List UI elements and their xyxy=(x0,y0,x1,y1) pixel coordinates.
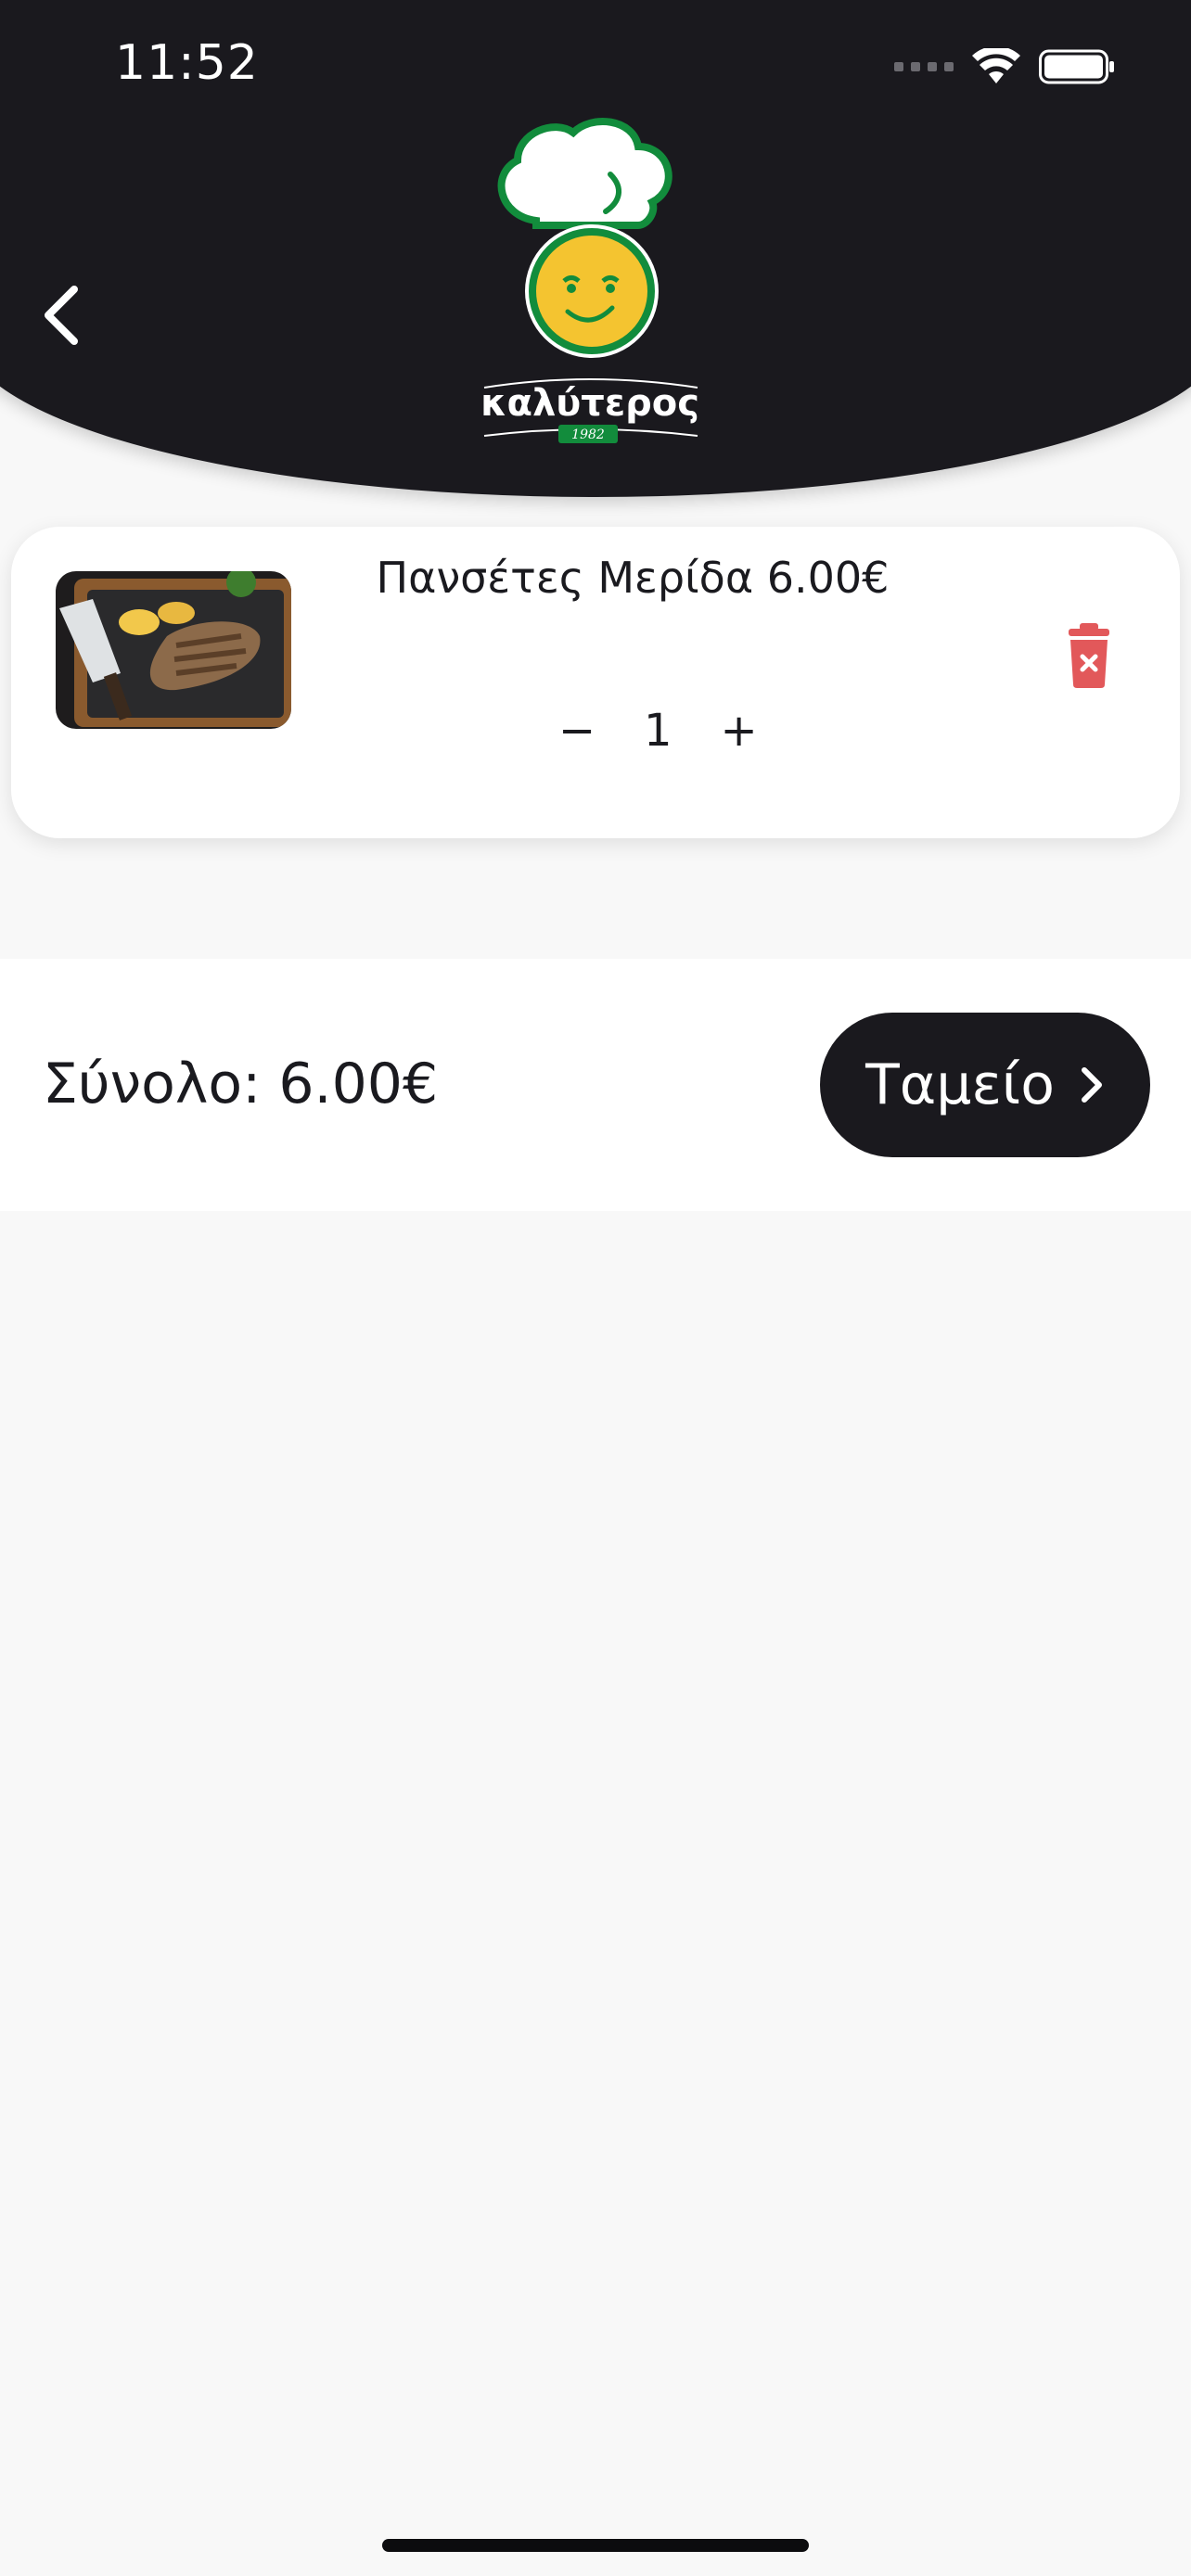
logo-year: 1982 xyxy=(571,427,605,442)
delete-item-button[interactable] xyxy=(1054,619,1124,690)
cart-item-card: Πανσέτες Μερίδα 6.00€ − 1 + xyxy=(11,527,1180,838)
quantity-value: 1 xyxy=(644,705,672,757)
total-bar: Σύνολο: 6.00€ Ταμείο xyxy=(0,959,1191,1211)
wifi-icon xyxy=(972,48,1020,83)
checkout-label: Ταμείο xyxy=(865,1052,1055,1117)
quantity-stepper: − 1 + xyxy=(558,703,758,759)
chevron-right-icon xyxy=(1081,1067,1102,1103)
signal-icon xyxy=(894,62,954,71)
battery-icon xyxy=(1039,49,1114,84)
item-title: Πανσέτες Μερίδα 6.00€ xyxy=(376,553,890,603)
brand-logo: καλύτερος 1982 xyxy=(480,118,699,443)
logo-name: καλύτερος xyxy=(480,382,699,425)
increase-button[interactable]: + xyxy=(721,703,758,759)
chevron-left-icon xyxy=(45,286,78,345)
status-icons xyxy=(894,46,1115,87)
back-button[interactable] xyxy=(37,278,93,352)
status-time: 11:52 xyxy=(115,35,259,91)
checkout-button[interactable]: Ταμείο xyxy=(820,1013,1150,1157)
home-indicator xyxy=(382,2539,809,2552)
trash-icon xyxy=(1069,623,1109,688)
total-label: Σύνολο: 6.00€ xyxy=(43,1052,439,1116)
decrease-button[interactable]: − xyxy=(558,703,596,759)
